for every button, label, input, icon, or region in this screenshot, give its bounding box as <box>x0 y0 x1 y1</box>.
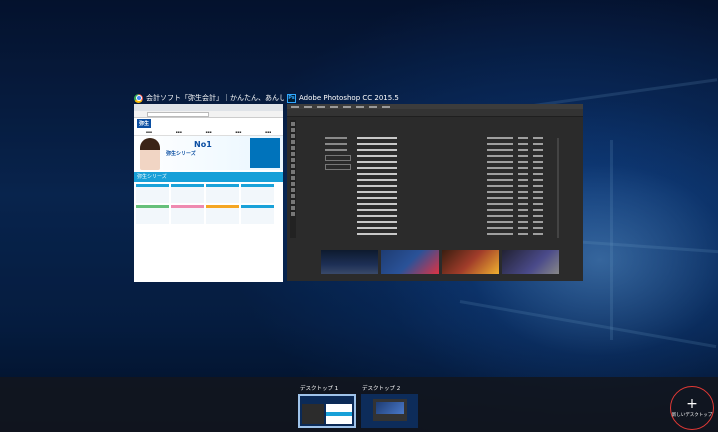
plus-icon: + <box>686 396 698 412</box>
ps-sidebar-button <box>325 155 351 161</box>
photoshop-icon: Ps <box>287 93 296 103</box>
ps-recent-file-row <box>357 184 557 188</box>
product-card <box>136 205 169 224</box>
desktop-1-label[interactable]: デスクトップ 1 <box>300 384 338 392</box>
hero-person-hair <box>140 138 160 150</box>
site-nav-item: ▪▪▪ <box>235 129 242 134</box>
site-nav-item: ▪▪▪ <box>265 129 272 134</box>
hero-side-banner <box>250 138 280 168</box>
ps-recent-file-row <box>357 172 557 176</box>
site-nav-item: ▪▪▪ <box>175 129 182 134</box>
window-title-yayoi[interactable]: 会計ソフト「弥生会計」｜かんたん、あんしん、たよれる、会... <box>134 92 284 104</box>
ps-recent-file-row <box>357 154 557 158</box>
ps-toolbar <box>290 120 296 238</box>
desktop-2-label[interactable]: デスクトップ 2 <box>362 384 400 392</box>
desktop-2-thumbnail[interactable] <box>361 394 418 428</box>
ps-recent-file-row <box>357 208 557 212</box>
product-card <box>171 184 204 203</box>
browser-toolbar <box>134 111 283 118</box>
product-card <box>206 205 239 224</box>
ps-recent-file-row <box>357 190 557 194</box>
window-title-photoshop[interactable]: Ps Adobe Photoshop CC 2015.5 <box>287 92 487 104</box>
ps-sidebar-button <box>325 164 351 170</box>
ps-recent-file-row <box>357 226 557 230</box>
hero-badge: No1 <box>194 140 212 149</box>
product-card <box>171 205 204 224</box>
product-card <box>206 184 239 203</box>
site-header: 弥生 <box>134 118 283 128</box>
virtual-desktops-bar <box>0 377 718 432</box>
site-logo: 弥生 <box>137 118 152 128</box>
window-thumbnail-yayoi[interactable]: 弥生 ▪▪▪ ▪▪▪ ▪▪▪ ▪▪▪ ▪▪▪ No1 弥生シリーズ 弥生シリーズ <box>134 104 283 282</box>
ps-recent-file-row <box>357 214 557 218</box>
ps-recent-file-row <box>357 142 557 146</box>
desktop-1-window-preview <box>302 404 324 424</box>
product-cards <box>134 182 283 226</box>
new-desktop-label: 新しいデスクトップ <box>671 413 713 418</box>
ps-recent-file-row <box>357 160 557 164</box>
product-card <box>241 205 274 224</box>
site-nav-item: ▪▪▪ <box>145 129 152 134</box>
product-card <box>241 184 274 203</box>
site-nav: ▪▪▪ ▪▪▪ ▪▪▪ ▪▪▪ ▪▪▪ <box>134 128 283 136</box>
browser-tabstrip <box>134 104 283 111</box>
ps-start-sidebar <box>325 137 353 173</box>
ps-recent-file-row <box>357 202 557 206</box>
ps-recent-file-row <box>357 220 557 224</box>
site-nav-item: ▪▪▪ <box>205 129 212 134</box>
desktop-1-window-preview <box>326 404 352 424</box>
window-thumbnail-photoshop[interactable] <box>287 104 583 281</box>
desktop-2-window-preview <box>373 399 407 421</box>
site-hero-banner: No1 弥生シリーズ <box>134 136 283 170</box>
ps-promo-tile <box>501 250 559 274</box>
new-desktop-button[interactable]: + 新しいデスクトップ <box>670 386 714 430</box>
ps-recent-file-row <box>357 148 557 152</box>
window-title-text: 会計ソフト「弥生会計」｜かんたん、あんしん、たよれる、会... <box>146 94 284 102</box>
ps-recent-file-row <box>357 196 557 200</box>
ps-promo-tile <box>381 250 439 274</box>
desktop-1-thumbnail[interactable] <box>298 394 356 428</box>
ps-recent-file-row <box>357 166 557 170</box>
series-band: 弥生シリーズ <box>134 172 283 182</box>
hero-title: 弥生シリーズ <box>166 151 196 157</box>
window-title-text: Adobe Photoshop CC 2015.5 <box>299 94 399 102</box>
ps-recent-file-row <box>357 136 557 140</box>
ps-recent-files-list <box>357 136 557 238</box>
ps-scrollbar <box>557 138 559 238</box>
browser-address-bar <box>147 111 209 117</box>
ps-promo-tile <box>441 250 499 274</box>
ps-recent-file-row <box>357 178 557 182</box>
chrome-icon <box>134 93 143 103</box>
ps-promo-tile <box>321 250 379 274</box>
ps-recent-file-row <box>357 232 557 236</box>
ps-promo-strip <box>321 250 559 274</box>
ps-options-bar <box>287 109 583 117</box>
product-card <box>136 184 169 203</box>
